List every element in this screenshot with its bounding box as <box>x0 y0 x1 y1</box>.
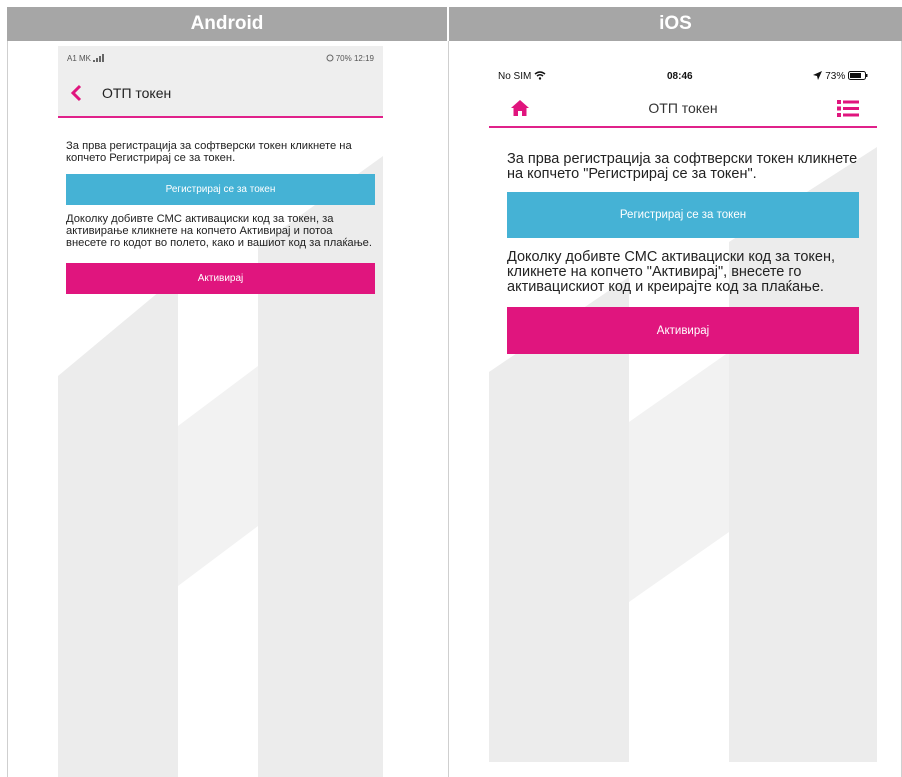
ios-column-header: iOS <box>449 7 902 41</box>
ios-status-bar: No SIM 08:46 73% <box>489 62 877 90</box>
page-title: ОТП токен <box>648 100 718 116</box>
ios-content: За прва регистрација за софтверски токен… <box>489 128 877 354</box>
activation-text: Доколку добивте СМС активациски код за т… <box>66 213 372 249</box>
activate-button[interactable]: Активирај <box>507 307 859 354</box>
table-border-left <box>7 41 8 777</box>
ios-navbar: ОТП токен <box>489 90 877 128</box>
location-icon <box>813 71 823 81</box>
signal-icon <box>93 54 105 63</box>
home-icon[interactable] <box>511 100 529 116</box>
ios-screen: No SIM 08:46 73% ОТП токен За прва регис… <box>489 62 877 762</box>
page-title: ОТП токен <box>102 85 172 101</box>
menu-list-icon[interactable] <box>836 99 859 117</box>
android-column-header: Android <box>7 7 447 41</box>
status-time: 08:46 <box>666 70 693 82</box>
intro-text: За прва регистрација за софтверски токен… <box>507 151 858 182</box>
status-right: 73% <box>813 71 868 82</box>
back-button[interactable] <box>58 69 94 117</box>
status-right: 70% 12:19 <box>326 54 374 63</box>
android-toolbar: ОТП токен <box>58 70 383 118</box>
activation-text: Доколку добивте СМС активациски код за т… <box>507 249 835 295</box>
activate-button[interactable]: Активирај <box>66 263 375 294</box>
alarm-icon <box>326 54 333 62</box>
carrier-label: No SIM <box>498 71 546 82</box>
back-chevron-icon <box>70 84 82 102</box>
carrier-label: A1 MK <box>67 54 105 63</box>
register-token-button[interactable]: Регистрирај се за токен <box>507 192 859 238</box>
android-status-bar: A1 MK 70% 12:19 <box>58 46 383 70</box>
register-token-button[interactable]: Регистрирај се за токен <box>66 174 375 205</box>
intro-text: За прва регистрација за софтверски токен… <box>66 140 352 164</box>
android-content: За прва регистрација за софтверски токен… <box>58 118 383 294</box>
battery-icon <box>848 71 868 81</box>
wifi-icon <box>534 71 546 81</box>
android-screen: A1 MK 70% 12:19 ОТП токен За прва регист… <box>58 46 383 777</box>
table-divider <box>448 41 449 777</box>
